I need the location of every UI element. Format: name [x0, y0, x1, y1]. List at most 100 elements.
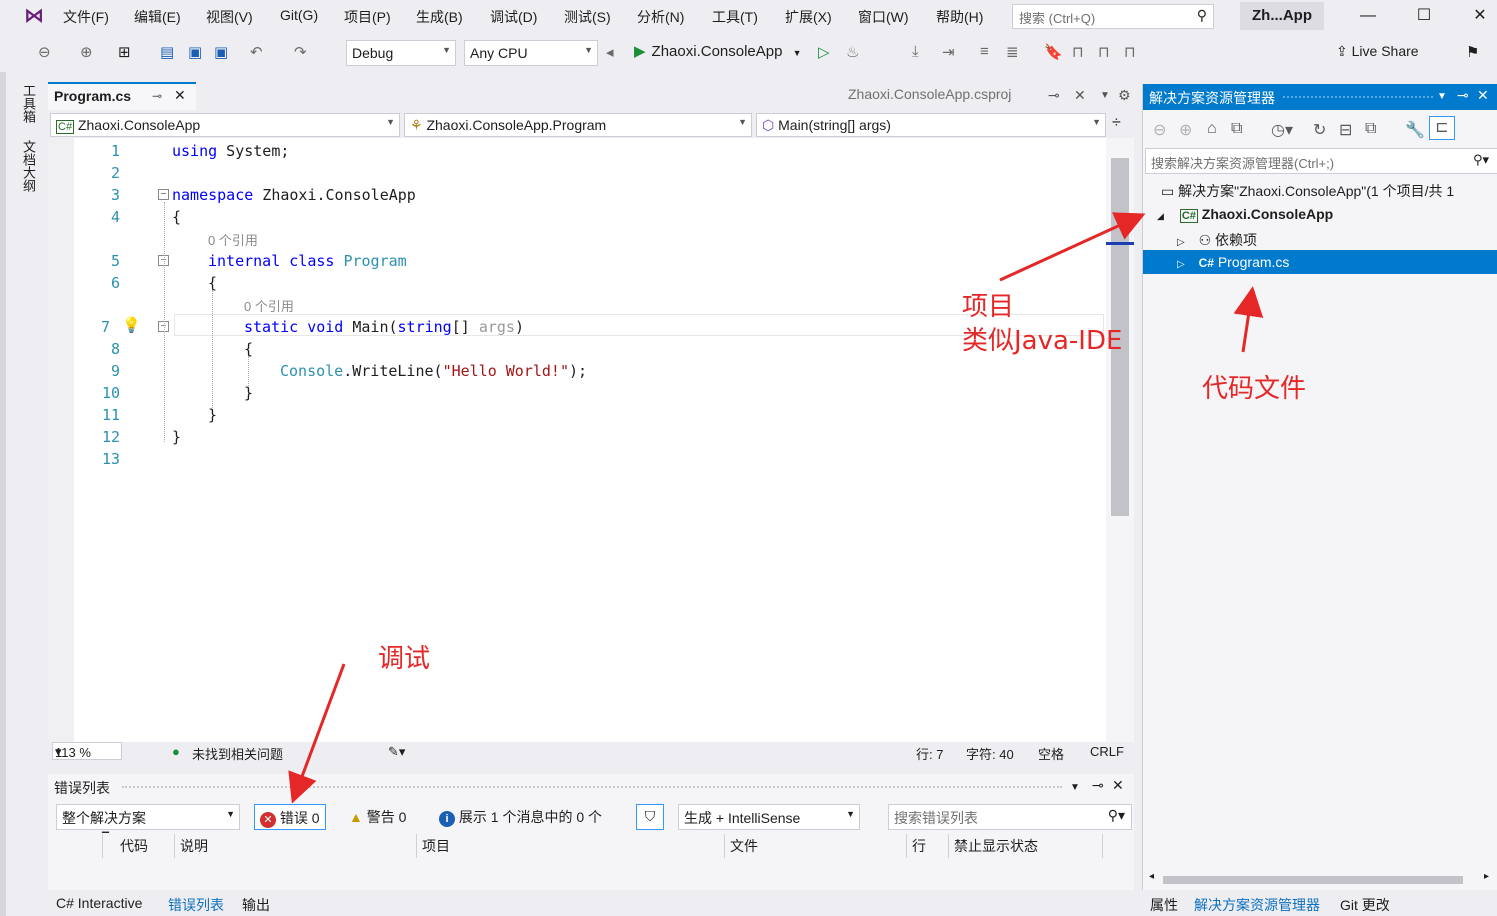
split-editor-icon[interactable]: ÷: [1112, 114, 1121, 132]
hot-reload-icon[interactable]: ♨: [846, 43, 859, 61]
warnings-filter-button[interactable]: ▲ 警告 0: [344, 804, 411, 830]
close-tab-icon[interactable]: ✕: [174, 87, 186, 104]
codelens-references[interactable]: 0 个引用: [208, 230, 258, 249]
step-over-icon[interactable]: ⇥: [942, 43, 955, 61]
show-all-files-icon[interactable]: ⧉: [1365, 120, 1376, 138]
filter-icon[interactable]: ⛉: [636, 804, 664, 830]
bookmark-icon[interactable]: 🔖: [1044, 43, 1063, 61]
solution-search-input[interactable]: 搜索解决方案资源管理器(Ctrl+;) ⚲▾: [1145, 148, 1497, 174]
menu-build[interactable]: 生成(B): [416, 7, 463, 27]
home-icon[interactable]: ⌂: [1207, 120, 1217, 138]
menu-view[interactable]: 视图(V): [206, 7, 253, 27]
start-without-debugging-icon[interactable]: ▷: [818, 43, 830, 61]
codelens-references[interactable]: 0 个引用: [244, 296, 294, 315]
code-editor[interactable]: 1 2 3 4 5 6 7 8 9 10 11 12 13 💡 − − − us…: [48, 138, 1134, 742]
tab-csharp-interactive[interactable]: C# Interactive: [56, 895, 142, 911]
visual-studio-logo-icon[interactable]: ⋈: [24, 5, 50, 27]
configuration-select[interactable]: Debug ▼: [346, 40, 456, 66]
forward-icon[interactable]: ⊕: [80, 43, 93, 61]
class-dropdown[interactable]: ⚘ Zhaoxi.ConsoleApp.Program ▼: [404, 113, 752, 137]
feedback-icon[interactable]: ⚑: [1466, 43, 1479, 61]
forward-icon[interactable]: ⊕: [1179, 120, 1192, 140]
editor-vertical-scrollbar[interactable]: [1106, 138, 1134, 742]
prev-bookmark-icon[interactable]: ⊓: [1072, 43, 1084, 61]
cursor-char[interactable]: 字符: 40: [966, 744, 1014, 763]
whitespace-mode[interactable]: 空格: [1038, 744, 1064, 763]
keep-open-icon[interactable]: ⊸: [1048, 87, 1060, 104]
comment-icon[interactable]: ≡: [980, 43, 989, 60]
menu-extensions[interactable]: 扩展(X): [785, 7, 832, 27]
menu-file[interactable]: 文件(F): [63, 7, 109, 27]
member-dropdown[interactable]: ⬡ Main(string[] args) ▼: [756, 113, 1106, 137]
column-project[interactable]: 项目: [422, 836, 450, 856]
error-source-select[interactable]: 生成 + IntelliSense ▼: [678, 804, 860, 830]
new-project-icon[interactable]: ⊞: [118, 43, 131, 61]
pin-icon[interactable]: ⊸: [1092, 777, 1104, 794]
toolbox-tab[interactable]: 工具箱: [21, 84, 38, 123]
tab-git-changes[interactable]: Git 更改: [1340, 895, 1390, 915]
solution-horizontal-scrollbar[interactable]: ◂ ▸: [1149, 871, 1489, 886]
column-file[interactable]: 文件: [730, 836, 758, 856]
column-line[interactable]: 行: [912, 836, 926, 856]
line-ending[interactable]: CRLF: [1090, 744, 1124, 759]
tab-csproj[interactable]: Zhaoxi.ConsoleApp.csproj: [848, 86, 1011, 102]
pending-changes-icon[interactable]: ◷▾: [1271, 120, 1293, 140]
save-icon[interactable]: ▣: [188, 43, 202, 61]
minimize-button[interactable]: —: [1348, 4, 1388, 28]
column-suppression[interactable]: 禁止显示状态: [954, 836, 1038, 856]
sync-icon[interactable]: ↻: [1313, 120, 1326, 140]
back-icon[interactable]: ⊖: [38, 43, 51, 61]
preview-selected-icon[interactable]: ⊏: [1429, 116, 1455, 140]
step-into-icon[interactable]: ⤓: [912, 43, 919, 60]
redo-icon[interactable]: ↷: [294, 43, 307, 61]
menu-analyze[interactable]: 分析(N): [637, 7, 684, 27]
open-file-icon[interactable]: ▤: [160, 43, 174, 61]
menu-tools[interactable]: 工具(T): [712, 7, 758, 27]
close-button[interactable]: ✕: [1460, 4, 1497, 28]
maximize-button[interactable]: ☐: [1404, 4, 1444, 28]
tab-program-cs[interactable]: Program.cs ⊸ ✕: [48, 82, 196, 110]
tab-solution-explorer[interactable]: 解决方案资源管理器: [1194, 895, 1320, 915]
column-code[interactable]: 代码: [120, 836, 148, 856]
platform-select[interactable]: Any CPU ▼: [464, 40, 598, 66]
uncomment-icon[interactable]: ≣: [1006, 43, 1019, 61]
tree-dependencies-node[interactable]: ▷ ⚇ 依赖项: [1177, 230, 1257, 250]
tab-dropdown-icon[interactable]: ▼: [1100, 90, 1110, 101]
document-outline-tab[interactable]: 文档大纲: [21, 140, 38, 192]
pin-icon[interactable]: ⊸: [1457, 87, 1469, 104]
tab-output[interactable]: 输出: [242, 895, 270, 915]
panel-menu-icon[interactable]: ▼: [1437, 91, 1447, 102]
error-search-input[interactable]: 搜索错误列表 ⚲▾: [888, 804, 1132, 830]
switch-views-icon[interactable]: ⧉: [1231, 120, 1242, 138]
search-input[interactable]: 搜索 (Ctrl+Q) ⚲: [1012, 4, 1214, 29]
properties-wrench-icon[interactable]: 🔧: [1405, 120, 1425, 140]
issues-status[interactable]: 未找到相关问题: [192, 744, 283, 763]
menu-edit[interactable]: 编辑(E): [134, 7, 181, 27]
step-back-icon[interactable]: ◂: [606, 43, 614, 61]
panel-menu-icon[interactable]: ▼: [1070, 782, 1080, 793]
tree-file-node[interactable]: ▷ C# Program.cs: [1177, 254, 1289, 270]
project-dropdown[interactable]: C# Zhaoxi.ConsoleApp ▼: [50, 113, 400, 137]
tab-properties[interactable]: 属性: [1150, 895, 1178, 915]
close-tab-icon[interactable]: ✕: [1074, 87, 1086, 104]
close-panel-icon[interactable]: ✕: [1112, 777, 1124, 794]
clear-bookmark-icon[interactable]: ⊓: [1124, 43, 1136, 61]
start-debugging-button[interactable]: ▶ Zhaoxi.ConsoleApp ▼: [634, 42, 802, 60]
menu-window[interactable]: 窗口(W): [858, 7, 909, 27]
back-icon[interactable]: ⊖: [1153, 120, 1166, 140]
scroll-right-icon[interactable]: ▸: [1484, 871, 1489, 882]
live-share-button[interactable]: ⇪ Live Share: [1336, 43, 1419, 60]
pin-icon[interactable]: ⊸: [152, 89, 162, 103]
next-bookmark-icon[interactable]: ⊓: [1098, 43, 1110, 61]
tree-solution-node[interactable]: ▭ 解决方案"Zhaoxi.ConsoleApp"(1 个项目/共 1: [1161, 181, 1454, 201]
menu-project[interactable]: 项目(P): [344, 7, 391, 27]
error-scope-select[interactable]: 整个解决方案 ▼: [56, 804, 240, 830]
menu-git[interactable]: Git(G): [280, 7, 318, 23]
cursor-line[interactable]: 行: 7: [916, 744, 943, 763]
menu-test[interactable]: 测试(S): [564, 7, 611, 27]
errors-filter-button[interactable]: ✕ 错误 0: [254, 804, 326, 830]
zoom-select[interactable]: 113 % ▾: [52, 742, 122, 760]
settings-icon[interactable]: ⚙: [1118, 87, 1131, 104]
tree-project-node[interactable]: ◢ C# Zhaoxi.ConsoleApp: [1157, 206, 1333, 223]
lightbulb-icon[interactable]: 💡: [122, 316, 141, 334]
